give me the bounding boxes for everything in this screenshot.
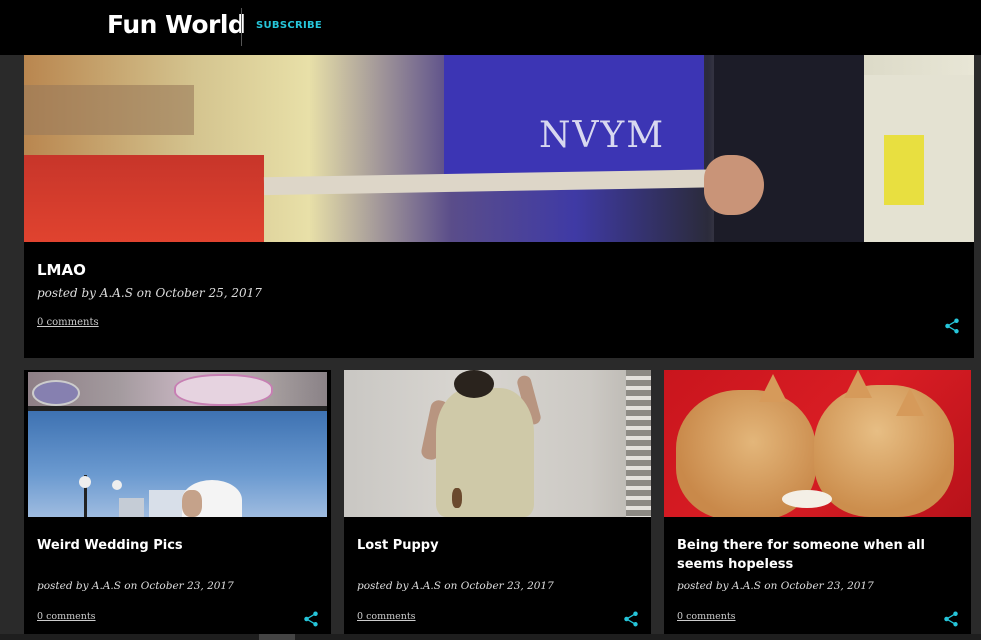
site-title[interactable]: Fun World xyxy=(107,10,246,39)
featured-post-image[interactable]: NVYM xyxy=(24,55,974,242)
page-bottom-strip xyxy=(0,634,981,640)
comments-link[interactable]: 0 comments xyxy=(357,611,416,622)
image-brick xyxy=(626,370,651,517)
image-tray xyxy=(263,168,745,196)
image-lamp-bulb xyxy=(112,480,122,490)
post-card: Weird Wedding Pics posted by A.A.S on Oc… xyxy=(24,370,331,634)
image-head xyxy=(454,370,494,398)
image-person xyxy=(436,388,534,517)
image-shelf xyxy=(24,85,194,135)
image-face xyxy=(182,490,202,517)
image-box-text: NVYM xyxy=(539,115,666,156)
image-cup xyxy=(884,135,924,205)
image-kitten-ear xyxy=(844,370,872,398)
horizontal-scrollbar-thumb[interactable] xyxy=(259,634,295,640)
post-image-lost-puppy[interactable] xyxy=(344,370,651,517)
image-building xyxy=(119,498,144,517)
post-title[interactable]: Weird Wedding Pics xyxy=(37,536,317,555)
image-kitten xyxy=(814,385,954,517)
post-card: Lost Puppy posted by A.A.S on October 23… xyxy=(344,370,651,634)
header-divider xyxy=(241,8,242,46)
site-header: Fun World SUBSCRIBE xyxy=(0,0,981,55)
post-byline: posted by A.A.S on October 23, 2017 xyxy=(37,580,234,592)
image-cake xyxy=(174,374,273,406)
share-icon[interactable] xyxy=(942,610,960,628)
post-card: Being there for someone when all seems h… xyxy=(664,370,971,634)
post-title[interactable]: LMAO xyxy=(37,261,86,279)
subscribe-button[interactable]: SUBSCRIBE xyxy=(256,20,322,31)
image-kitten-ear xyxy=(896,388,924,416)
image-puppy xyxy=(452,488,462,508)
post-image-wedding[interactable] xyxy=(24,370,331,517)
share-icon[interactable] xyxy=(622,610,640,628)
image-shelf-red xyxy=(24,155,264,242)
post-byline: posted by A.A.S on October 23, 2017 xyxy=(357,580,554,592)
comments-link[interactable]: 0 comments xyxy=(37,611,96,622)
post-title[interactable]: Being there for someone when all seems h… xyxy=(677,536,957,574)
post-byline: posted by A.A.S on October 23, 2017 xyxy=(677,580,874,592)
comments-link[interactable]: 0 comments xyxy=(677,611,736,622)
image-kitten-ear xyxy=(759,374,787,402)
image-plate xyxy=(32,380,80,406)
share-icon[interactable] xyxy=(943,317,961,335)
post-byline: posted by A.A.S on October 25, 2017 xyxy=(37,286,262,300)
comments-link[interactable]: 0 comments xyxy=(37,317,99,328)
image-hand xyxy=(704,155,764,215)
share-icon[interactable] xyxy=(302,610,320,628)
post-image-kittens[interactable] xyxy=(664,370,971,517)
image-kitten-paw xyxy=(782,490,832,508)
image-lamp-bulb xyxy=(79,476,91,488)
post-title[interactable]: Lost Puppy xyxy=(357,536,637,555)
featured-post: NVYM LMAO posted by A.A.S on October 25,… xyxy=(24,55,974,358)
